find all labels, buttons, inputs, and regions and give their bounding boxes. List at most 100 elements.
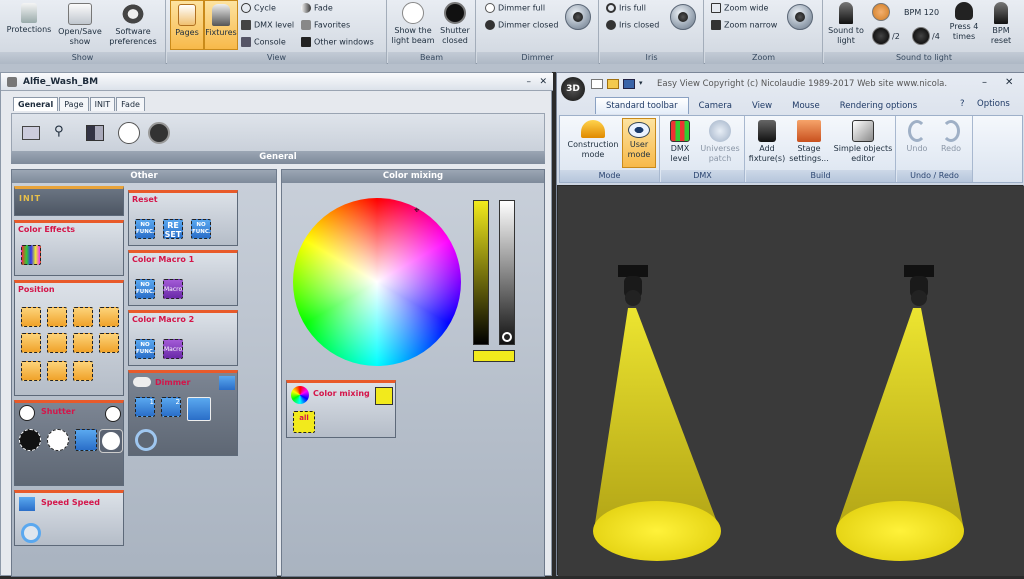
position-effect-icon[interactable]	[47, 361, 67, 381]
shutter-close-button[interactable]	[19, 429, 41, 451]
options-button[interactable]: Options	[977, 99, 1010, 109]
shutter-open-icon[interactable]	[105, 406, 121, 422]
reset-button[interactable]: RE SET	[163, 219, 183, 239]
bpm-quarter-button[interactable]	[912, 27, 930, 45]
dmx-level-view-button[interactable]: DMX level	[663, 120, 697, 164]
press-4-times-button[interactable]: Press 4 times	[946, 2, 982, 42]
other-windows-button[interactable]: Other windows	[301, 37, 374, 48]
add-fixtures-button[interactable]: Add fixture(s)	[748, 120, 786, 164]
white-fader[interactable]	[499, 200, 515, 345]
tab-view[interactable]: View	[742, 98, 782, 114]
redo-button[interactable]: Redo	[935, 120, 967, 154]
macro-button[interactable]: Macro	[163, 339, 183, 359]
tab-page[interactable]: Page	[59, 97, 89, 111]
protections-button[interactable]: Protections	[4, 3, 54, 35]
layout-icon[interactable]	[86, 125, 104, 141]
open-save-show-button[interactable]: Open/Save show	[58, 3, 102, 47]
simple-objects-editor-button[interactable]: Simple objects editor	[832, 120, 894, 164]
construction-mode-button[interactable]: Construction mode	[564, 120, 622, 160]
zoom-wide-button[interactable]: Zoom wide	[711, 3, 768, 14]
bpm-half-button[interactable]	[872, 27, 890, 45]
close-icon[interactable]: ✕	[539, 73, 547, 91]
position-effect-icon[interactable]	[73, 333, 93, 353]
color-wheel[interactable]: ⌖	[293, 198, 461, 366]
search-icon[interactable]: ⚲	[54, 124, 64, 139]
bpm-reset-button[interactable]: BPM reset	[984, 2, 1018, 46]
minimize-icon[interactable]: –	[982, 77, 987, 88]
minimize-icon[interactable]: –	[527, 73, 532, 91]
cycle-button[interactable]: Cycle	[241, 3, 276, 14]
new-icon[interactable]	[591, 79, 603, 89]
nofunc-button[interactable]: NO FUNC.	[135, 219, 155, 239]
zoom-narrow-button[interactable]: Zoom narrow	[711, 20, 777, 31]
color-effects-icon[interactable]	[21, 245, 41, 265]
shutter-open-button[interactable]	[47, 429, 69, 451]
closed-black-icon[interactable]	[148, 122, 170, 144]
show-light-beam-button[interactable]: Show the light beam	[390, 2, 436, 46]
console-button[interactable]: Console	[241, 37, 286, 48]
position-effect-icon[interactable]	[99, 307, 119, 327]
stage-settings-button[interactable]: Stage settings...	[788, 120, 830, 164]
macro-button[interactable]: Macro	[163, 279, 183, 299]
position-effect-icon[interactable]	[21, 333, 41, 353]
tab-init[interactable]: INIT	[89, 97, 116, 111]
dimmer-2-button[interactable]: 2	[161, 397, 181, 417]
dimmer-ramp-button[interactable]	[187, 397, 211, 421]
sound-to-light-button[interactable]: Sound to light	[824, 2, 868, 46]
dimmer-knob[interactable]	[565, 4, 591, 30]
yellow-fader[interactable]	[473, 200, 489, 345]
nofunc-button[interactable]: NO FUNC.	[135, 279, 155, 299]
dimmer-closed-button[interactable]: Dimmer closed	[485, 20, 558, 31]
dimmer-knob[interactable]	[135, 429, 157, 451]
open-white-icon[interactable]	[118, 122, 140, 144]
dimmer-full-button[interactable]: Dimmer full	[485, 3, 545, 14]
close-icon[interactable]: ✕	[1005, 77, 1013, 88]
3d-viewport[interactable]	[558, 186, 1024, 576]
pages-button[interactable]: Pages	[170, 0, 204, 50]
app-logo[interactable]: 3D	[561, 77, 585, 101]
position-effect-icon[interactable]	[99, 333, 119, 353]
position-effect-icon[interactable]	[47, 307, 67, 327]
open-folder-icon[interactable]	[607, 79, 619, 89]
all-button[interactable]: all	[293, 411, 315, 433]
iris-knob[interactable]	[670, 4, 696, 30]
position-effect-icon[interactable]	[21, 307, 41, 327]
color-mixing-swatch[interactable]	[375, 387, 393, 405]
zoom-knob[interactable]	[787, 4, 813, 30]
dimmer-1-button[interactable]: 1	[135, 397, 155, 417]
save-icon[interactable]	[623, 79, 635, 89]
position-effect-icon[interactable]	[73, 307, 93, 327]
undo-button[interactable]: Undo	[901, 120, 933, 154]
universes-patch-button[interactable]: Universes patch	[697, 120, 743, 164]
tab-general[interactable]: General	[13, 97, 59, 111]
position-effect-icon[interactable]	[73, 361, 93, 381]
nofunc-button[interactable]: NO FUNC.	[191, 219, 211, 239]
help-button[interactable]: ?	[960, 99, 965, 109]
color-picker-crosshair-icon[interactable]: ⌖	[414, 205, 420, 216]
nofunc-button[interactable]: NO FUNC.	[135, 339, 155, 359]
tab-fade[interactable]: Fade	[116, 97, 145, 111]
tab-mouse[interactable]: Mouse	[782, 98, 830, 114]
shutter-white-button[interactable]	[99, 429, 123, 453]
favorites-button[interactable]: Favorites	[301, 20, 350, 31]
screen-icon[interactable]	[22, 126, 40, 140]
fixtures-button[interactable]: Fixtures	[204, 0, 238, 50]
fade-button[interactable]: Fade	[301, 3, 333, 14]
speed-knob[interactable]	[21, 523, 41, 543]
init-section[interactable]: INIT	[14, 186, 124, 216]
dmx-level-button[interactable]: DMX level	[241, 20, 294, 31]
dropdown-icon[interactable]: ▾	[639, 79, 643, 87]
bpm-button[interactable]	[872, 3, 890, 21]
position-effect-icon[interactable]	[21, 361, 41, 381]
tab-standard-toolbar[interactable]: Standard toolbar	[595, 97, 689, 114]
shutter-closed-button[interactable]: Shutter closed	[436, 2, 474, 46]
dimmer-fx-icon[interactable]	[219, 376, 235, 390]
tab-camera[interactable]: Camera	[689, 98, 742, 114]
software-preferences-button[interactable]: Software preferences	[104, 3, 162, 47]
position-effect-icon[interactable]	[47, 333, 67, 353]
user-mode-button[interactable]: User mode	[622, 118, 656, 168]
fader-handle-icon[interactable]	[502, 332, 512, 342]
strobe-button[interactable]	[75, 429, 97, 451]
iris-closed-button[interactable]: Iris closed	[606, 20, 659, 31]
iris-full-button[interactable]: Iris full	[606, 3, 646, 14]
